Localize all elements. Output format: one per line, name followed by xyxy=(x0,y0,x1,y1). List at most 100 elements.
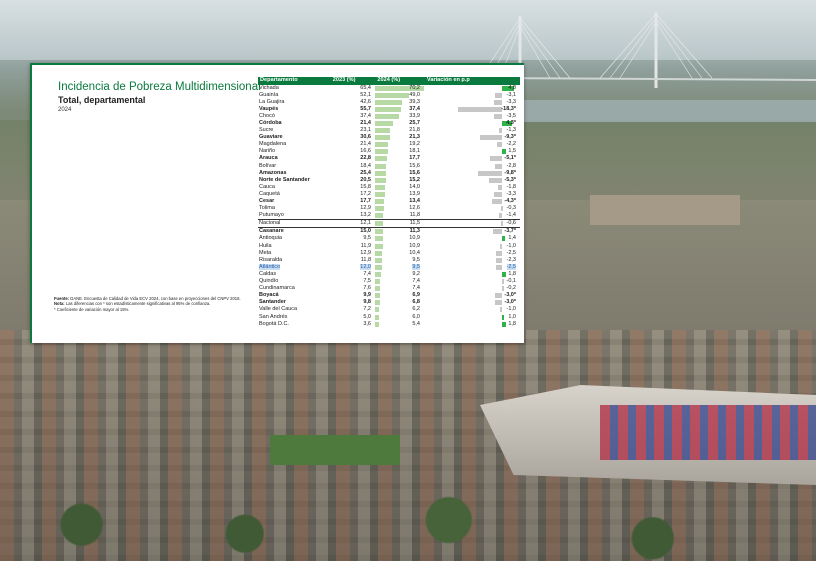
bar-variacion xyxy=(478,170,502,176)
bar-2024 xyxy=(375,156,388,162)
cell-2024: 37,4 xyxy=(375,106,424,113)
bar-variacion xyxy=(499,307,502,313)
bar-variacion xyxy=(493,229,502,235)
cell-variacion: -3,3 xyxy=(424,99,520,106)
panel-left-border xyxy=(30,63,32,343)
bar-2024 xyxy=(375,120,393,126)
cell-2023: 52,1 xyxy=(331,92,375,99)
cell-variacion-text: -3,1 xyxy=(506,91,516,98)
bar-variacion xyxy=(494,191,502,197)
cell-2024-text: 6,8 xyxy=(412,299,420,306)
cell-2023-text: 17,7 xyxy=(360,198,371,204)
bar-variacion xyxy=(494,92,502,98)
cell-2023: 3,6 xyxy=(331,321,375,328)
cell-2024: 25,7 xyxy=(375,120,424,127)
cell-variacion: -3,0* xyxy=(424,299,520,306)
cell-departamento-text: Atlántico xyxy=(259,263,281,270)
cell-variacion-text: -1,4 xyxy=(506,212,516,219)
cell-2023-text: 11,9 xyxy=(360,242,371,249)
cell-departamento: Putumayo xyxy=(258,212,331,219)
cell-variacion-text: -0,3 xyxy=(506,205,516,212)
bar-2024 xyxy=(375,271,382,277)
cell-departamento-text: Guainía xyxy=(259,91,279,98)
cell-2024-text: 17,7 xyxy=(409,155,420,162)
cell-2023: 5,0 xyxy=(331,314,375,321)
cell-2024-text: 11,8 xyxy=(409,212,420,219)
table-header: Departamento 2023 (%) 2024 (%) Variación… xyxy=(258,77,520,85)
cell-variacion: -2,5 xyxy=(424,250,520,257)
cell-departamento-text: Vichada xyxy=(259,84,279,91)
bar-2024 xyxy=(375,293,380,299)
cell-2023-text: 21,4 xyxy=(360,141,371,148)
cell-2024-text: 11,3 xyxy=(409,228,420,235)
cell-departamento-text: San Andrés xyxy=(259,313,288,320)
table-row: Magdalena 21,4 19,2 -2,2 xyxy=(258,141,520,148)
table-row: Arauca 22,8 17,7 -5,1* xyxy=(258,155,520,162)
cable-stayed-bridge xyxy=(480,12,816,88)
cell-departamento-text: Guaviare xyxy=(259,134,283,141)
cell-2023-text: 12,1 xyxy=(360,220,371,227)
cell-2024: 14,0 xyxy=(375,184,424,191)
cell-2023: 55,7 xyxy=(331,106,375,113)
cell-2023-text: 7,4 xyxy=(363,270,371,277)
cell-variacion: -9,3* xyxy=(424,134,520,141)
cell-2023: 21,4 xyxy=(331,120,375,127)
cell-2024-text: 10,4 xyxy=(409,249,420,256)
cell-2024: 15,6 xyxy=(375,170,424,177)
cell-variacion: -5,1* xyxy=(424,155,520,162)
table-row: Huila 11,9 10,9 -1,0 xyxy=(258,243,520,250)
cell-variacion-text: -5,3* xyxy=(504,176,516,183)
bar-variacion xyxy=(496,264,502,270)
cell-variacion-text: -9,8* xyxy=(504,169,516,176)
cell-2023: 13,2 xyxy=(331,212,375,219)
cell-2024-text: 6,9 xyxy=(412,292,420,299)
cell-2024: 6,2 xyxy=(375,306,424,313)
cell-departamento-text: Amazonas xyxy=(259,169,287,176)
bar-2024 xyxy=(375,307,380,313)
cell-2024: 10,9 xyxy=(375,235,424,242)
poverty-infographic-panel: Incidencia de Pobreza Multidimensional T… xyxy=(30,63,524,343)
cell-departamento-text: Risaralda xyxy=(259,256,283,263)
bar-2024 xyxy=(375,170,386,176)
cell-variacion-text: -5,1* xyxy=(504,155,516,162)
cell-variacion-text: -2,5 xyxy=(506,263,516,270)
bar-2024 xyxy=(375,191,385,197)
cell-2023: 37,4 xyxy=(331,113,375,120)
cell-departamento-text: Meta xyxy=(259,249,272,256)
cell-variacion-text: -0,2 xyxy=(506,285,516,292)
cell-2023-text: 3,6 xyxy=(363,320,371,327)
cell-2023-text: 23,1 xyxy=(360,127,371,134)
cell-departamento: La Guajira xyxy=(258,99,331,106)
panel-top-border xyxy=(30,63,524,65)
fuente-label: Fuente: xyxy=(54,296,70,301)
bar-2024 xyxy=(375,286,381,292)
table-row: Casanare 15,0 11,3 -3,7* xyxy=(258,227,520,235)
cell-departamento: Antioquia xyxy=(258,235,331,242)
cell-departamento: Amazonas xyxy=(258,170,331,177)
cell-variacion: -18,3* xyxy=(424,106,520,113)
table-row: Norte de Santander 20,5 15,2 -5,3* xyxy=(258,177,520,184)
bar-2024 xyxy=(375,99,403,105)
bar-2024 xyxy=(375,184,385,190)
cell-2023: 22,8 xyxy=(331,155,375,162)
cell-variacion-text: -18,3* xyxy=(501,105,516,112)
cell-2024-text: 25,7 xyxy=(409,119,420,126)
cell-2023-text: 65,4 xyxy=(360,84,371,91)
cell-variacion: 1,8 xyxy=(424,271,520,278)
cell-departamento: Guainía xyxy=(258,92,331,99)
trees xyxy=(0,470,816,561)
bar-variacion xyxy=(479,135,502,141)
cell-departamento-text: Córdoba xyxy=(259,119,282,126)
cell-2024-text: 15,6 xyxy=(409,169,420,176)
cell-variacion: -3,7* xyxy=(424,228,520,235)
cell-2023-text: 55,7 xyxy=(360,105,371,112)
bar-variacion xyxy=(494,293,502,299)
table-row: Tolima 12,9 12,6 -0,3 xyxy=(258,205,520,212)
cell-2024-text: 15,2 xyxy=(409,176,420,183)
poverty-table: Departamento 2023 (%) 2024 (%) Variación… xyxy=(258,77,520,328)
cell-2024-text: 6,2 xyxy=(412,306,420,313)
cell-departamento-text: Vaupés xyxy=(259,105,279,112)
bar-2024 xyxy=(375,279,381,285)
cv-note: * Coeficiente de variación mayor al 15%. xyxy=(54,306,130,312)
bar-variacion xyxy=(500,221,503,227)
